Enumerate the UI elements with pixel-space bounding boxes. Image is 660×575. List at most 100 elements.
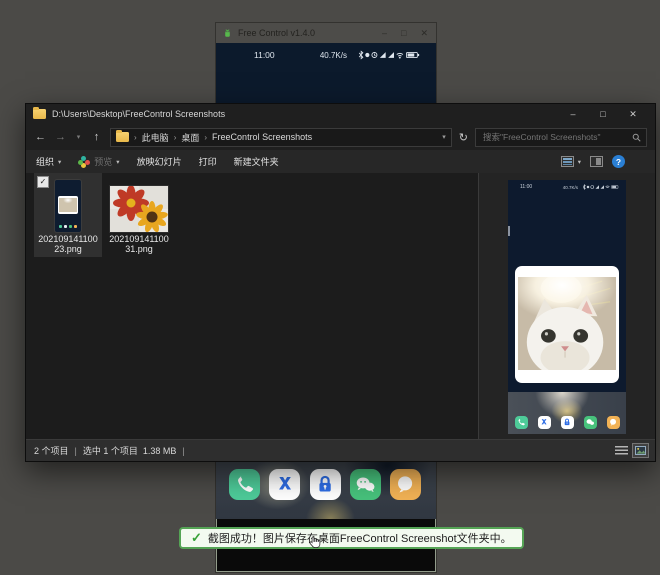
- search-icon: [632, 133, 641, 142]
- search-input[interactable]: [481, 131, 632, 143]
- preview-status-icons: [580, 184, 622, 190]
- explorer-window: D:\Users\Desktop\FreeControl Screenshots…: [25, 103, 656, 462]
- preview-button[interactable]: 预览 ▾: [78, 155, 119, 168]
- preview-edge-tick: [508, 226, 510, 236]
- folder-icon: [33, 109, 46, 119]
- xender-app-icon-small: [538, 416, 551, 429]
- freecontrol-window-title: Free Control v1.4.0: [238, 28, 382, 38]
- preview-net-speed: 40.7K/s: [563, 185, 578, 190]
- freecontrol-titlebar[interactable]: Free Control v1.4.0 – □ ✕: [216, 23, 436, 43]
- xender-app-icon[interactable]: [269, 469, 300, 500]
- thumbnail-view-button[interactable]: [632, 443, 649, 458]
- preview-pane: 11:00 40.7K/s: [478, 173, 655, 439]
- details-view-button[interactable]: [615, 445, 628, 456]
- file-item-selected[interactable]: ✓ 20210914110023.png: [34, 173, 102, 257]
- command-toolbar: 组织 ▾ 预览 ▾ 放映幻灯片 打印 新建文件夹 ▾ ?: [26, 150, 655, 173]
- change-view-button[interactable]: ▾: [561, 156, 581, 167]
- signal2-icon: [388, 52, 394, 58]
- forward-button[interactable]: →: [54, 131, 67, 143]
- bluetooth-icon: [359, 51, 363, 58]
- screenshot-success-toast: ✓ 截图成功！图片保存在桌面FreeControl Screenshot文件夹中…: [179, 527, 524, 549]
- messages-app-icon-small: [607, 416, 620, 429]
- up-button[interactable]: ↑: [90, 131, 103, 143]
- back-button[interactable]: ←: [34, 131, 47, 143]
- preview-image: 11:00 40.7K/s: [508, 180, 626, 434]
- selection-checkbox[interactable]: ✓: [37, 176, 49, 188]
- recent-locations-button[interactable]: ▾: [74, 133, 83, 141]
- explorer-close-button[interactable]: ✕: [618, 104, 648, 124]
- check-icon: ✓: [191, 530, 202, 546]
- phone-clock: 11:00: [254, 50, 275, 60]
- cat-photo: [518, 277, 616, 370]
- address-dropdown-button[interactable]: ▾: [442, 133, 446, 141]
- explorer-status-bar: 2 个项目 | 选中 1 个项目 1.38 MB |: [26, 439, 655, 461]
- organize-label: 组织: [36, 155, 54, 168]
- signal1-icon: [380, 52, 386, 58]
- desktop: { "glyphs": { "caret": "▾", "crumb_sep":…: [0, 0, 660, 575]
- chevron-down-icon: ▾: [58, 158, 61, 166]
- selection-size: 1.38 MB: [143, 446, 177, 456]
- item-count: 2 个项目: [34, 444, 69, 457]
- phone-dock: [229, 469, 421, 500]
- address-folder-icon: [116, 132, 129, 142]
- crumb-separator: ›: [174, 133, 177, 142]
- chevron-down-icon: ▾: [116, 158, 119, 166]
- address-toolbar: ← → ▾ ↑ › 此电脑 › 桌面 › FreeControl Screens…: [26, 124, 655, 150]
- refresh-button[interactable]: ↻: [459, 131, 468, 144]
- search-box[interactable]: [475, 128, 647, 147]
- organize-button[interactable]: 组织 ▾: [36, 155, 61, 168]
- help-button[interactable]: ?: [612, 155, 625, 168]
- print-button[interactable]: 打印: [199, 155, 217, 168]
- file-name: 20210914110031.png: [105, 234, 173, 254]
- address-bar[interactable]: › 此电脑 › 桌面 › FreeControl Screenshots ▾: [110, 128, 452, 147]
- preview-label: 预览: [94, 155, 112, 168]
- wechat-app-icon[interactable]: [350, 469, 381, 500]
- breadcrumb-current-folder[interactable]: FreeControl Screenshots: [212, 132, 312, 142]
- applock-app-icon[interactable]: [310, 469, 341, 500]
- crumb-separator: ›: [204, 133, 207, 142]
- status-icons-cluster: [350, 50, 428, 60]
- preview-pane-toggle-button[interactable]: [590, 156, 603, 167]
- new-folder-label: 新建文件夹: [234, 155, 279, 168]
- fc-maximize-button[interactable]: □: [401, 23, 406, 43]
- net-speed: 40.7K/s: [320, 51, 347, 60]
- android-icon: [222, 28, 233, 39]
- crumb-separator: ›: [134, 133, 137, 142]
- phone-screenshot-thumbnail: [55, 180, 81, 232]
- new-folder-button[interactable]: 新建文件夹: [234, 155, 279, 168]
- cat-photo-card: [515, 266, 619, 383]
- preview-wallpaper: [508, 392, 626, 434]
- explorer-minimize-button[interactable]: –: [558, 104, 588, 124]
- phone-app-icon[interactable]: [229, 469, 260, 500]
- mouse-cursor-hand: [306, 534, 322, 553]
- fc-close-button[interactable]: ✕: [420, 23, 428, 43]
- preview-dock: [515, 416, 620, 429]
- selection-count: 选中 1 个项目: [83, 444, 138, 457]
- battery-icon: [407, 52, 420, 57]
- file-item[interactable]: 20210914110031.png: [105, 173, 173, 257]
- flowers-thumbnail: [110, 186, 168, 232]
- fc-minimize-button[interactable]: –: [382, 23, 387, 43]
- breadcrumb-desktop[interactable]: 桌面: [181, 131, 199, 144]
- wifi-icon: [397, 53, 403, 56]
- slideshow-label: 放映幻灯片: [137, 155, 182, 168]
- photo-viewer-icon: [78, 156, 90, 168]
- phone-status-bar: 11:00 40.7K/s: [216, 43, 436, 60]
- explorer-titlebar[interactable]: D:\Users\Desktop\FreeControl Screenshots…: [26, 104, 655, 124]
- chevron-down-icon: ▾: [578, 158, 581, 166]
- messages-app-icon[interactable]: [390, 469, 421, 500]
- toast-message: 截图成功！图片保存在桌面FreeControl Screenshot文件夹中。: [208, 530, 512, 546]
- print-label: 打印: [199, 155, 217, 168]
- applock-app-icon-small: [561, 416, 574, 429]
- slideshow-button[interactable]: 放映幻灯片: [137, 155, 182, 168]
- explorer-window-title: D:\Users\Desktop\FreeControl Screenshots: [52, 109, 558, 119]
- wechat-app-icon-small: [584, 416, 597, 429]
- file-list[interactable]: ✓ 20210914110023.png: [26, 173, 478, 439]
- phone-app-icon-small: [515, 416, 528, 429]
- thumbnail-view-icon: [635, 446, 646, 455]
- separator: |: [182, 446, 184, 456]
- explorer-maximize-button[interactable]: □: [588, 104, 618, 124]
- separator: |: [75, 446, 77, 456]
- preview-status-bar: 11:00 40.7K/s: [508, 180, 626, 190]
- breadcrumb-this-pc[interactable]: 此电脑: [142, 131, 169, 144]
